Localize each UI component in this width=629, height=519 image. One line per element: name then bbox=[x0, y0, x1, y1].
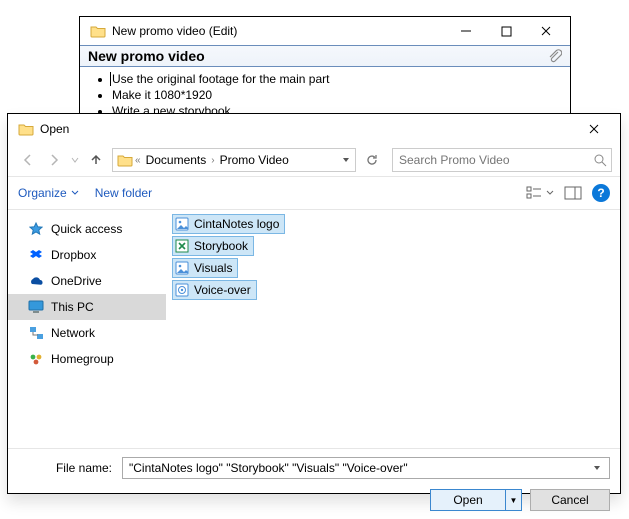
new-folder-button[interactable]: New folder bbox=[95, 186, 152, 200]
file-name-field[interactable] bbox=[122, 457, 610, 479]
note-heading: New promo video bbox=[88, 48, 205, 64]
breadcrumb-segment[interactable]: Promo Video bbox=[216, 149, 293, 171]
image-file-icon bbox=[174, 216, 190, 232]
dialog-close-button[interactable] bbox=[574, 115, 614, 143]
organize-menu[interactable]: Organize bbox=[18, 186, 79, 200]
dialog-title: Open bbox=[40, 122, 69, 136]
refresh-button[interactable] bbox=[360, 148, 384, 172]
up-button[interactable] bbox=[84, 148, 108, 172]
back-button[interactable] bbox=[16, 148, 40, 172]
cancel-button[interactable]: Cancel bbox=[530, 489, 610, 511]
forward-button[interactable] bbox=[42, 148, 66, 172]
note-bullet: Use the original footage for the main pa… bbox=[112, 71, 562, 87]
sidebar-item-network[interactable]: Network bbox=[8, 320, 166, 346]
dialog-footer: File name: Open ▼ Cancel bbox=[8, 448, 620, 519]
file-list[interactable]: CintaNotes logo Storybook Visuals Voice-… bbox=[166, 210, 620, 448]
search-icon bbox=[593, 153, 607, 167]
minimize-button[interactable] bbox=[446, 17, 486, 45]
network-icon bbox=[28, 325, 44, 341]
file-item[interactable]: Storybook bbox=[172, 236, 254, 256]
open-dialog: Open « Documents › Promo Video bbox=[7, 113, 621, 494]
file-item[interactable]: Voice-over bbox=[172, 280, 257, 300]
note-heading-bar: New promo video bbox=[80, 45, 570, 67]
attachment-icon[interactable] bbox=[546, 48, 562, 64]
breadcrumb-segment[interactable]: Documents bbox=[142, 149, 211, 171]
sidebar-item-quickaccess[interactable]: Quick access bbox=[8, 216, 166, 242]
nav-sidebar: Quick access Dropbox OneDrive This PC Ne… bbox=[8, 210, 166, 448]
file-item[interactable]: Visuals bbox=[172, 258, 238, 278]
sidebar-item-onedrive[interactable]: OneDrive bbox=[8, 268, 166, 294]
view-options-button[interactable] bbox=[526, 186, 554, 200]
file-item[interactable]: CintaNotes logo bbox=[172, 214, 285, 234]
chevron-down-icon bbox=[546, 189, 554, 197]
folder-icon bbox=[117, 153, 133, 167]
image-file-icon bbox=[174, 260, 190, 276]
search-input[interactable] bbox=[397, 152, 593, 168]
note-icon bbox=[90, 24, 106, 38]
nav-row: « Documents › Promo Video bbox=[8, 144, 620, 176]
crumb-sep-icon: « bbox=[134, 155, 142, 166]
open-button[interactable]: Open ▼ bbox=[430, 489, 522, 511]
note-window-title: New promo video (Edit) bbox=[112, 24, 237, 38]
sidebar-item-dropbox[interactable]: Dropbox bbox=[8, 242, 166, 268]
file-name-input[interactable] bbox=[127, 460, 589, 476]
homegroup-icon bbox=[28, 351, 44, 367]
note-editor-window: New promo video (Edit) New promo video U… bbox=[79, 16, 571, 116]
sidebar-item-homegroup[interactable]: Homegroup bbox=[8, 346, 166, 372]
address-dropdown[interactable] bbox=[337, 155, 355, 165]
star-icon bbox=[28, 221, 44, 237]
recent-locations-button[interactable] bbox=[68, 148, 82, 172]
help-button[interactable]: ? bbox=[592, 184, 610, 202]
dialog-title-icon bbox=[18, 122, 34, 136]
toolbar: Organize New folder ? bbox=[8, 176, 620, 210]
file-name-label: File name: bbox=[56, 461, 112, 475]
preview-pane-button[interactable] bbox=[564, 186, 582, 200]
close-button[interactable] bbox=[526, 17, 566, 45]
breadcrumb-bar[interactable]: « Documents › Promo Video bbox=[112, 148, 356, 172]
maximize-button[interactable] bbox=[486, 17, 526, 45]
chevron-down-icon bbox=[71, 189, 79, 197]
search-box[interactable] bbox=[392, 148, 612, 172]
dialog-titlebar: Open bbox=[8, 114, 620, 144]
computer-icon bbox=[28, 299, 44, 315]
sidebar-item-thispc[interactable]: This PC bbox=[8, 294, 166, 320]
onedrive-icon bbox=[28, 273, 44, 289]
note-body[interactable]: Use the original footage for the main pa… bbox=[80, 67, 570, 119]
dropbox-icon bbox=[28, 247, 44, 263]
note-bullet: Make it 1080*1920 bbox=[112, 87, 562, 103]
file-name-dropdown[interactable] bbox=[589, 463, 605, 473]
spreadsheet-file-icon bbox=[174, 238, 190, 254]
note-titlebar: New promo video (Edit) bbox=[80, 17, 570, 45]
audio-file-icon bbox=[174, 282, 190, 298]
open-button-dropdown[interactable]: ▼ bbox=[505, 490, 521, 510]
